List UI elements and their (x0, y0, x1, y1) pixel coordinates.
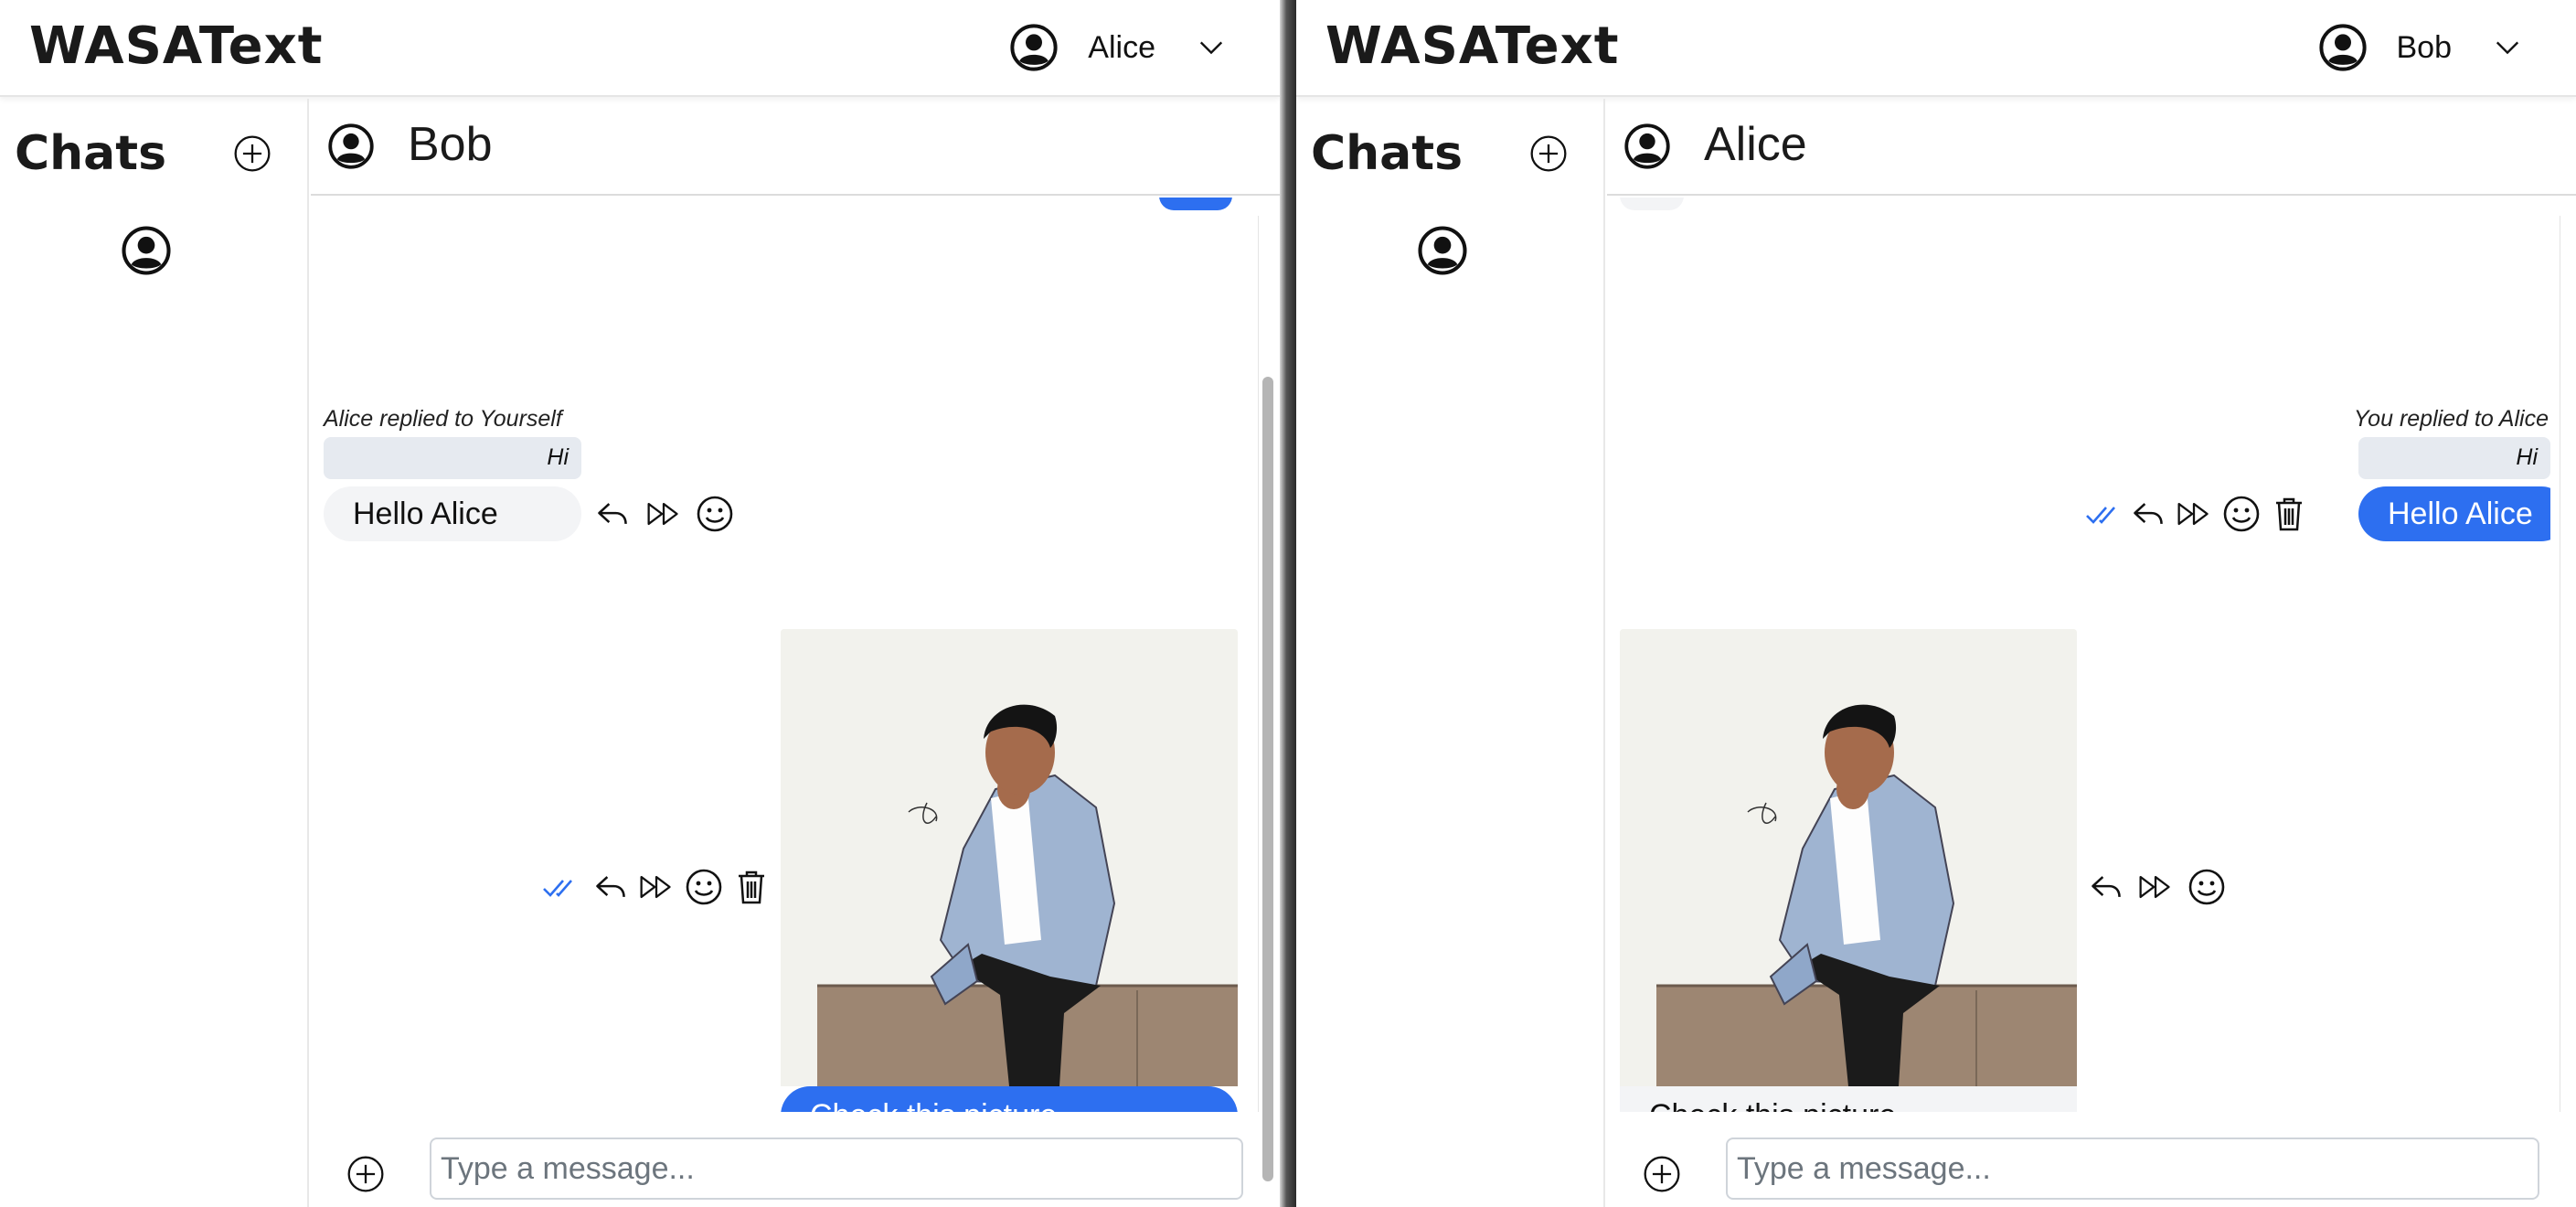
window-divider (1280, 0, 1296, 1207)
user-circle-icon (2318, 23, 2368, 72)
message-list[interactable]: Alice replied to Yourself Hi Hello Alice… (311, 198, 1254, 1112)
reply-header: Alice replied to Yourself (324, 406, 562, 432)
conversation-header: Alice (1607, 99, 2576, 196)
new-chat-plus-icon[interactable] (1528, 134, 1569, 174)
user-menu[interactable]: Alice (1009, 20, 1225, 75)
message-list[interactable]: You replied to Alice Hi Hello Alice Chec… (1607, 198, 2550, 1112)
user-menu[interactable]: Bob (2318, 20, 2522, 75)
react-smiley-icon[interactable] (2187, 867, 2227, 907)
message-scrollbar[interactable] (2560, 216, 2576, 1112)
react-smiley-icon[interactable] (2221, 494, 2262, 534)
top-navbar: WASAText Alice (0, 0, 1280, 97)
reply-icon[interactable] (592, 494, 633, 534)
conversation-header: Bob (311, 99, 1280, 196)
react-smiley-icon[interactable] (695, 494, 735, 534)
user-circle-icon (1009, 23, 1059, 72)
sidebar-title: Chats (1311, 126, 1464, 181)
forward-icon[interactable] (2174, 494, 2214, 534)
contact-avatar-icon (1623, 123, 1671, 170)
message-input[interactable] (1726, 1138, 2539, 1200)
conversation-panel: Bob Alice replied to Yourself Hi Hello A… (311, 99, 1280, 1207)
message-actions (592, 492, 746, 536)
app-window-bob: WASAText Bob Chats Alice You replied to … (1296, 0, 2576, 1207)
reply-icon[interactable] (592, 867, 629, 907)
app-brand: WASAText (1325, 16, 1620, 76)
reply-header: You replied to Alice (2353, 406, 2549, 432)
read-receipt-double-check-icon (2084, 494, 2124, 534)
top-navbar: WASAText Bob (1296, 0, 2576, 97)
forward-icon[interactable] (644, 494, 684, 534)
chat-sidebar: Chats (0, 99, 309, 1207)
attach-plus-icon[interactable] (1642, 1154, 1682, 1194)
message-actions (2084, 492, 2309, 536)
reply-quote: Hi (324, 437, 581, 479)
message-composer (311, 1121, 1280, 1207)
chat-sidebar: Chats (1296, 99, 1605, 1207)
chat-list-avatar-icon[interactable] (121, 225, 172, 276)
chevron-down-icon[interactable] (2494, 34, 2521, 61)
react-smiley-icon[interactable] (684, 867, 724, 907)
image-message-actions (541, 865, 782, 909)
image-caption-bubble[interactable]: Check this picture (781, 1086, 1238, 1112)
current-username: Alice (1088, 29, 1155, 65)
contact-name: Bob (408, 118, 493, 171)
chat-list-avatar-icon[interactable] (1417, 225, 1468, 276)
incoming-message-bubble[interactable]: Hello Alice (324, 486, 581, 541)
forward-icon[interactable] (2135, 867, 2176, 907)
previous-message-bubble (1159, 198, 1232, 210)
app-window-alice: WASAText Alice Chats Bob Alice replied t… (0, 0, 1280, 1207)
attach-plus-icon[interactable] (346, 1154, 386, 1194)
contact-avatar-icon (327, 123, 375, 170)
message-input[interactable] (430, 1138, 1243, 1200)
contact-name: Alice (1704, 118, 1807, 171)
image-message-actions (2088, 865, 2238, 909)
reply-icon[interactable] (2088, 867, 2124, 907)
shared-image[interactable] (1620, 629, 2077, 1086)
read-receipt-double-check-icon (541, 867, 581, 907)
message-scrollbar[interactable] (1258, 216, 1274, 1181)
delete-trash-icon[interactable] (731, 867, 772, 907)
message-composer (1607, 1121, 2576, 1207)
outgoing-message-bubble[interactable]: Hello Alice (2358, 486, 2550, 541)
app-brand: WASAText (29, 16, 324, 76)
new-chat-plus-icon[interactable] (232, 134, 272, 174)
current-username: Bob (2396, 29, 2453, 65)
chevron-down-icon[interactable] (1198, 34, 1225, 61)
reply-quote: Hi (2358, 437, 2550, 479)
reply-icon[interactable] (2130, 494, 2166, 534)
image-caption-bubble[interactable]: Check this picture (1620, 1086, 2077, 1112)
forward-icon[interactable] (636, 867, 676, 907)
shared-image[interactable] (781, 629, 1238, 1086)
previous-message-bubble (1620, 198, 1684, 210)
scrollbar-thumb[interactable] (1262, 377, 1273, 1181)
conversation-panel: Alice You replied to Alice Hi Hello Alic… (1607, 99, 2576, 1207)
sidebar-title: Chats (15, 126, 167, 181)
delete-trash-icon[interactable] (2269, 494, 2309, 534)
